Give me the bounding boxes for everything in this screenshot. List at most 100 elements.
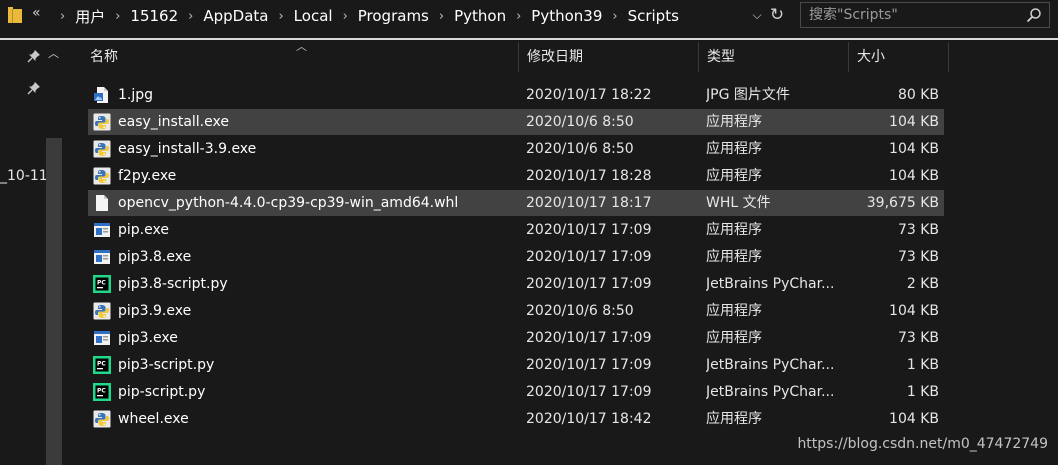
file-size: 104 KB (889, 114, 939, 130)
file-name: pip-script.py (118, 384, 206, 400)
pycharm-file-icon: PC (93, 275, 111, 293)
column-header-name[interactable]: 名称 (82, 40, 518, 74)
breadcrumb-item[interactable]: AppData (201, 7, 270, 25)
breadcrumb-arrow-icon[interactable]: › (52, 9, 73, 24)
breadcrumb-item[interactable]: Python39 (529, 7, 604, 25)
folder-icon (8, 7, 22, 23)
file-size: 104 KB (889, 411, 939, 427)
file-row[interactable]: pip3.9.exe 2020/10/6 8:50 应用程序 104 KB (88, 298, 944, 324)
search-box[interactable] (800, 2, 1050, 28)
app-window-icon (93, 221, 111, 239)
address-bar[interactable]: « › 用户 › 15162 › AppData › Local › Programs › Pytho… (0, 0, 1058, 32)
file-type: 应用程序 (706, 222, 762, 238)
file-modified-date: 2020/10/17 17:09 (526, 357, 652, 373)
column-header-date[interactable]: 修改日期 (519, 40, 698, 74)
nav-item-label[interactable]: _10-11 (0, 168, 48, 184)
breadcrumb-item[interactable]: Python (452, 7, 508, 25)
file-modified-date: 2020/10/17 18:28 (526, 168, 652, 184)
file-modified-date: 2020/10/17 18:42 (526, 411, 652, 427)
nav-scrollbar[interactable] (46, 138, 62, 465)
pin-icon[interactable] (27, 49, 41, 63)
pycharm-file-icon: PC (93, 356, 111, 374)
file-type: 应用程序 (706, 168, 762, 184)
file-size: 1 KB (906, 357, 939, 373)
breadcrumb-item[interactable]: Programs (356, 7, 431, 25)
breadcrumb-arrow-icon[interactable]: › (431, 9, 452, 24)
breadcrumb-item[interactable]: 用户 (73, 6, 107, 27)
file-modified-date: 2020/10/17 17:09 (526, 330, 652, 346)
file-name: pip3.8.exe (118, 249, 192, 265)
breadcrumb-arrow-icon[interactable]: › (508, 9, 529, 24)
column-header-type[interactable]: 类型 (699, 40, 848, 74)
generic-file-icon (93, 194, 111, 212)
file-row[interactable]: easy_install.exe 2020/10/6 8:50 应用程序 104 KB (88, 109, 944, 135)
breadcrumb-item[interactable]: 15162 (128, 7, 180, 25)
python-exe-icon (93, 140, 111, 158)
pycharm-file-icon: PC (93, 383, 111, 401)
svg-text:PC: PC (97, 388, 106, 395)
file-size: 2 KB (906, 276, 939, 292)
breadcrumb-arrow-icon[interactable]: › (604, 9, 625, 24)
file-modified-date: 2020/10/6 8:50 (526, 303, 634, 319)
svg-text:PC: PC (97, 361, 106, 368)
column-separator[interactable] (948, 42, 949, 72)
python-exe-icon (93, 302, 111, 320)
file-name: pip.exe (118, 222, 169, 238)
file-name: easy_install.exe (118, 114, 229, 130)
file-row[interactable]: opencv_python-4.4.0-cp39-cp39-win_amd64.… (88, 190, 944, 216)
file-modified-date: 2020/10/6 8:50 (526, 114, 634, 130)
file-size: 104 KB (889, 303, 939, 319)
breadcrumb-arrow-icon[interactable]: › (270, 9, 291, 24)
search-icon[interactable] (1026, 7, 1042, 23)
file-row[interactable]: pip3.exe 2020/10/17 17:09 应用程序 73 KB (88, 325, 944, 351)
file-type: 应用程序 (706, 330, 762, 346)
breadcrumb: › 用户 › 15162 › AppData › Local › Programs › Python ›… (52, 5, 681, 27)
file-modified-date: 2020/10/17 18:17 (526, 195, 652, 211)
file-type: JetBrains PyChar... (706, 276, 835, 292)
column-header-size[interactable]: 大小 (849, 40, 948, 74)
breadcrumb-overflow-button[interactable]: « (32, 5, 41, 21)
file-type: 应用程序 (706, 114, 762, 130)
file-modified-date: 2020/10/17 18:22 (526, 87, 652, 103)
file-row[interactable]: easy_install-3.9.exe 2020/10/6 8:50 应用程序 10… (88, 136, 944, 162)
file-row[interactable]: wheel.exe 2020/10/17 18:42 应用程序 104 KB (88, 406, 944, 432)
file-name: pip3-script.py (118, 357, 215, 373)
breadcrumb-item[interactable]: Scripts (626, 7, 681, 25)
jpg-file-icon (93, 86, 111, 104)
file-name: pip3.exe (118, 330, 178, 346)
address-dropdown-icon[interactable]: ⌵ (748, 3, 766, 27)
file-type: WHL 文件 (706, 195, 771, 211)
file-name: easy_install-3.9.exe (118, 141, 257, 157)
file-type: JPG 图片文件 (706, 87, 790, 103)
file-modified-date: 2020/10/17 17:09 (526, 384, 652, 400)
breadcrumb-item[interactable]: Local (292, 7, 335, 25)
breadcrumb-arrow-icon[interactable]: › (335, 9, 356, 24)
file-row[interactable]: PC pip3-script.py 2020/10/17 17:09 JetBrain… (88, 352, 944, 378)
search-input[interactable] (809, 6, 1014, 24)
file-type: 应用程序 (706, 303, 762, 319)
navigation-pane: ︿ _10-11 (0, 40, 64, 465)
watermark-text: https://blog.csdn.net/m0_47472749 (797, 436, 1048, 452)
pin-icon[interactable] (27, 81, 41, 95)
column-header-row: ︿ 名称 修改日期 类型 大小 (64, 40, 1058, 74)
file-size: 1 KB (906, 384, 939, 400)
file-size: 39,675 KB (866, 195, 939, 211)
file-row[interactable]: pip.exe 2020/10/17 17:09 应用程序 73 KB (88, 217, 944, 243)
svg-text:PC: PC (97, 280, 106, 287)
app-window-icon (93, 248, 111, 266)
file-size: 73 KB (897, 222, 939, 238)
file-name: pip3.8-script.py (118, 276, 228, 292)
file-modified-date: 2020/10/17 17:09 (526, 222, 652, 238)
file-modified-date: 2020/10/17 17:09 (526, 249, 652, 265)
file-row[interactable]: f2py.exe 2020/10/17 18:28 应用程序 104 KB (88, 163, 944, 189)
file-row[interactable]: PC pip3.8-script.py 2020/10/17 17:09 JetBra… (88, 271, 944, 297)
breadcrumb-arrow-icon[interactable]: › (180, 9, 201, 24)
file-row[interactable]: PC pip-script.py 2020/10/17 17:09 JetBrains… (88, 379, 944, 405)
breadcrumb-arrow-icon[interactable]: › (107, 9, 128, 24)
file-row[interactable]: 1.jpg 2020/10/17 18:22 JPG 图片文件 80 KB (88, 82, 944, 108)
refresh-icon[interactable]: ↻ (766, 3, 788, 27)
file-modified-date: 2020/10/17 17:09 (526, 276, 652, 292)
file-row[interactable]: pip3.8.exe 2020/10/17 17:09 应用程序 73 KB (88, 244, 944, 270)
file-size: 73 KB (897, 330, 939, 346)
collapse-chevron-icon[interactable]: ︿ (48, 45, 59, 61)
